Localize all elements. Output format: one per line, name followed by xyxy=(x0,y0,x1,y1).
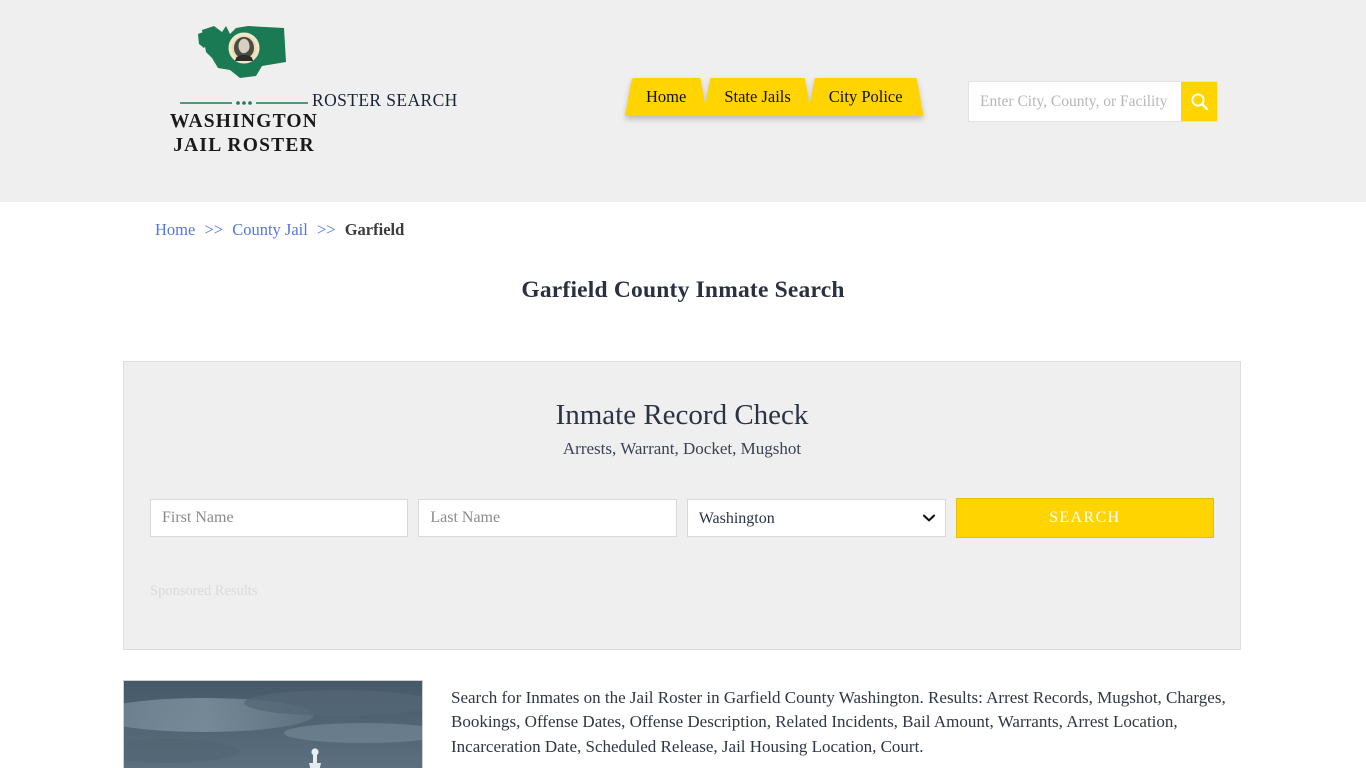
header-search-button[interactable] xyxy=(1181,82,1217,121)
breadcrumb-item-home[interactable]: Home xyxy=(155,220,195,239)
site-header: WASHINGTON JAIL ROSTER ROSTER SEARCH Hom… xyxy=(0,0,1366,202)
breadcrumb-separator-1: >> xyxy=(204,220,224,239)
breadcrumb-separator-2: >> xyxy=(316,220,336,239)
site-logo[interactable]: WASHINGTON JAIL ROSTER xyxy=(149,18,339,158)
state-select[interactable]: Washington xyxy=(686,499,946,537)
bottom-section: Search for Inmates on the Jail Roster in… xyxy=(123,680,1241,768)
logo-line-2: JAIL ROSTER xyxy=(173,134,315,156)
page-title: Garfield County Inmate Search xyxy=(521,277,845,303)
nav-item-state-jails[interactable]: State Jails xyxy=(703,78,811,116)
search-icon xyxy=(1190,93,1208,111)
roster-search-label: ROSTER SEARCH xyxy=(312,90,458,110)
breadcrumb: Home >> County Jail >> Garfield xyxy=(123,202,1243,240)
panel-subtitle: Arrests, Warrant, Docket, Mugshot xyxy=(562,439,802,458)
panel-title: Inmate Record Check xyxy=(555,399,809,431)
state-select-wrapper: Washington xyxy=(686,499,946,537)
inmate-record-check-panel: Inmate Record Check Arrests, Warrant, Do… xyxy=(123,361,1241,650)
first-name-input[interactable] xyxy=(150,499,409,537)
logo-divider xyxy=(180,101,308,105)
nav-item-home[interactable]: Home xyxy=(625,78,707,116)
nav-item-city-police[interactable]: City Police xyxy=(808,78,924,116)
header-search-box xyxy=(968,81,1218,122)
breadcrumb-item-county-jail[interactable]: County Jail xyxy=(232,220,308,239)
header-inner: WASHINGTON JAIL ROSTER ROSTER SEARCH Hom… xyxy=(123,0,1243,202)
washington-state-flag-icon xyxy=(198,26,286,78)
last-name-input[interactable] xyxy=(418,499,677,537)
search-submit-button[interactable]: SEARCH xyxy=(955,498,1214,538)
courthouse-image xyxy=(123,680,423,768)
main-navigation: Home State Jails City Police xyxy=(625,78,924,118)
breadcrumb-item-current: Garfield xyxy=(344,220,405,239)
header-search-input[interactable] xyxy=(969,82,1181,121)
sponsored-results-label: Sponsored Results xyxy=(150,583,258,599)
page-content: Home >> County Jail >> Garfield Garfield… xyxy=(123,202,1243,768)
inmate-search-form: Washington SEARCH xyxy=(124,498,1240,538)
logo-line-1: WASHINGTON xyxy=(169,111,319,132)
description-paragraph: Search for Inmates on the Jail Roster in… xyxy=(451,688,1226,756)
courthouse-photo-graphic xyxy=(124,681,422,768)
